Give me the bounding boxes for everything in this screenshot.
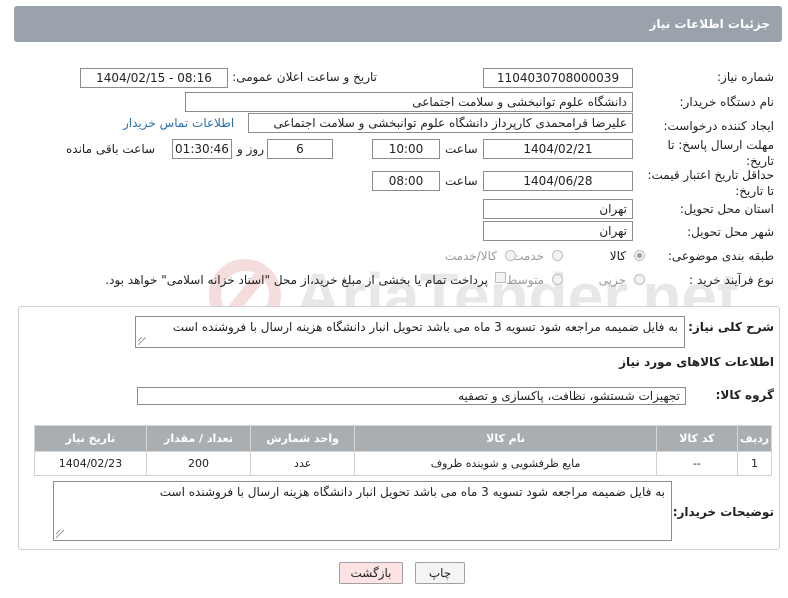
process-option-minor: جزیی <box>598 273 626 287</box>
category-option-goods-service: کالا/خدمت <box>444 249 497 263</box>
goods-group-label: گروه کالا: <box>715 388 774 402</box>
back-button[interactable]: بازگشت <box>339 562 403 584</box>
price-validity-time-field: 08:00 <box>372 171 440 191</box>
reply-date-field: 1404/02/21 <box>483 139 633 159</box>
buyer-org-label: نام دستگاه خریدار: <box>679 95 775 109</box>
resize-grip-icon[interactable] <box>138 337 146 345</box>
cell-unit: عدد <box>250 451 356 476</box>
days-label: روز و <box>237 142 264 156</box>
announce-datetime-field: 1404/02/15 - 08:16 <box>80 68 228 88</box>
need-number-field: 1104030708000039 <box>483 68 633 88</box>
process-radio-minor[interactable] <box>634 274 645 288</box>
col-item-code: کد کالا <box>655 425 739 452</box>
buyer-notes-textarea[interactable]: به فایل ضمیمه مراجعه شود تسویه 3 ماه می … <box>53 481 672 541</box>
print-button[interactable]: چاپ <box>415 562 465 584</box>
price-validity-date-field: 1404/06/28 <box>483 171 633 191</box>
goods-table-header: ردیف کد کالا نام کالا واحد شمارش تعداد /… <box>34 425 772 452</box>
cell-quantity: 200 <box>145 451 252 476</box>
price-validity-label-line2: تا تاریخ: <box>735 184 774 198</box>
buyer-notes-label: توضیحات خریدار: <box>672 505 774 519</box>
reply-time-label: ساعت <box>445 142 478 156</box>
cell-item-name: مایع ظرفشویی و شوینده ظروف <box>354 451 657 476</box>
announce-datetime-label: تاریخ و ساعت اعلان عمومی: <box>232 70 377 84</box>
time-remaining-label: ساعت باقی مانده <box>66 142 156 156</box>
days-remaining-field: 6 <box>267 139 333 159</box>
goods-info-title: اطلاعات کالاهای مورد نیاز <box>619 355 774 369</box>
city-label: شهر محل تحویل: <box>687 225 774 239</box>
buyer-contact-link[interactable]: اطلاعات تماس خریدار <box>123 116 234 130</box>
process-type-label: نوع فرآیند خرید : <box>689 273 774 287</box>
category-radio-service[interactable] <box>552 250 563 264</box>
cell-item-code: -- <box>655 451 739 476</box>
page-title: جزئیات اطلاعات نیاز <box>649 17 770 31</box>
process-radio-medium[interactable] <box>552 274 563 288</box>
category-label: طبقه بندی موضوعی: <box>667 249 774 263</box>
buyer-org-field: دانشگاه علوم توانبخشی و سلامت اجتماعی <box>185 92 633 112</box>
cell-need-date: 1404/02/23 <box>34 451 147 476</box>
reply-deadline-label: مهلت ارسال پاسخ: تا تاریخ: <box>667 137 774 169</box>
page-header: جزئیات اطلاعات نیاز <box>14 6 782 42</box>
goods-table: ردیف کد کالا نام کالا واحد شمارش تعداد /… <box>34 425 772 476</box>
buyer-notes-text: به فایل ضمیمه مراجعه شود تسویه 3 ماه می … <box>159 485 665 499</box>
need-number-label: شماره نیاز: <box>717 70 774 84</box>
description-textarea[interactable]: به فایل ضمیمه مراجعه شود تسویه 3 ماه می … <box>135 316 685 348</box>
process-option-medium: متوسط <box>506 273 544 287</box>
resize-grip-icon[interactable] <box>56 530 64 538</box>
table-row: 1 -- مایع ظرفشویی و شوینده ظروف عدد 200 … <box>34 451 772 476</box>
cell-row: 1 <box>737 451 772 476</box>
reply-time-field: 10:00 <box>372 139 440 159</box>
col-unit: واحد شمارش <box>250 425 356 452</box>
province-field: تهران <box>483 199 633 219</box>
goods-group-field: تجهیزات شستشو، نظافت، پاکسازی و تصفیه <box>137 387 686 405</box>
province-label: استان محل تحویل: <box>679 202 774 216</box>
category-option-service: خدمت <box>512 249 544 263</box>
col-item-name: نام کالا <box>354 425 657 452</box>
price-validity-time-label: ساعت <box>445 174 478 188</box>
requester-field: علیرضا قرامحمدی کارپرداز دانشگاه علوم تو… <box>248 113 633 133</box>
col-need-date: تاریخ نیاز <box>34 425 147 452</box>
category-option-goods: کالا <box>609 249 626 263</box>
category-radio-goods-service[interactable] <box>505 250 516 264</box>
description-label: شرح کلی نیاز: <box>688 320 774 334</box>
description-text: به فایل ضمیمه مراجعه شود تسویه 3 ماه می … <box>172 320 678 334</box>
col-quantity: تعداد / مقدار <box>145 425 252 452</box>
requester-label: ایجاد کننده درخواست: <box>663 119 774 133</box>
price-validity-label: حداقل تاریخ اعتبار قیمت: تا تاریخ: <box>647 167 774 199</box>
city-field: تهران <box>483 221 633 241</box>
treasury-payment-note: پرداخت تمام یا بخشی از مبلغ خرید،از محل … <box>105 273 488 287</box>
reply-deadline-label-line1: مهلت ارسال پاسخ: تا <box>667 138 774 152</box>
col-row: ردیف <box>737 425 772 452</box>
category-radio-goods[interactable] <box>634 250 645 264</box>
treasury-payment-checkbox[interactable] <box>495 272 506 286</box>
price-validity-label-line1: حداقل تاریخ اعتبار قیمت: <box>647 168 774 182</box>
time-remaining-field: 01:30:46 <box>172 139 232 159</box>
